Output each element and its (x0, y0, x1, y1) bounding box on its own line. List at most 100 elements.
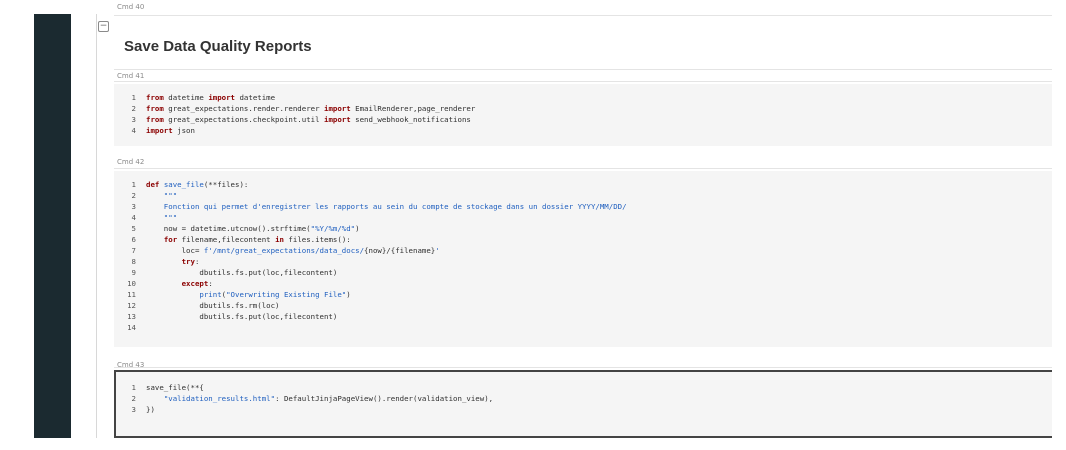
code-token: filename,filecontent (177, 235, 276, 244)
code-line: 6 for filename,filecontent in files.item… (118, 234, 627, 245)
cmd-divider (114, 69, 1052, 70)
line-number: 6 (131, 235, 136, 244)
cmd-divider (114, 168, 1052, 169)
code-token: great_expectations.render.renderer (163, 104, 324, 113)
line-number: 13 (127, 312, 136, 321)
line-number: 1 (131, 93, 136, 102)
code-token: }) (146, 405, 155, 414)
code-line: 2 from great_expectations.render.renderer… (118, 103, 476, 114)
code-token: try (181, 257, 195, 266)
line-number: 3 (131, 115, 136, 124)
code-token: dbutils.fs.put(loc,filecontent) (146, 312, 338, 321)
collapse-minus-icon[interactable]: − (98, 21, 109, 32)
code-token: import (146, 126, 173, 135)
workspace-sidebar (34, 14, 71, 438)
cmd-divider (114, 15, 1052, 16)
code-line: 8 try: (118, 256, 627, 267)
code-token: : DefaultJinjaPageView().render(validati… (275, 394, 494, 403)
line-number: 11 (127, 290, 136, 299)
code-line: 4 import json (118, 125, 475, 136)
code-token: json (172, 126, 195, 135)
markdown-cell[interactable]: Save Data Quality Reports (114, 26, 1052, 68)
line-number: 7 (131, 246, 136, 255)
cmd-label-42: Cmd 42 (117, 158, 145, 166)
code-token: now = datetime.utcnow().strftime( (146, 224, 311, 233)
line-number: 8 (131, 257, 136, 266)
code-token: f'/mnt/great_expectations/data_docs/ (203, 246, 365, 255)
code-token: ) (346, 290, 351, 299)
code-token: "Overwriting Existing File" (226, 290, 347, 299)
code-line: 5 now = datetime.utcnow().strftime("%Y/%… (118, 223, 627, 234)
cmd-divider (114, 367, 1052, 368)
line-number: 9 (131, 268, 136, 277)
code-token: print (199, 290, 222, 299)
code-line: 1 def save_file(**files): (118, 179, 627, 190)
code-editor[interactable]: 1 save_file(**{ 2 "validation_results.html… (118, 382, 494, 415)
code-line: 13 dbutils.fs.put(loc,filecontent) (118, 311, 627, 322)
code-line: 4 """ (118, 212, 627, 223)
cmd-divider (114, 81, 1052, 82)
code-token: Fonction qui permet d'enregistrer les ra… (146, 202, 627, 211)
code-line: 3}) (118, 404, 493, 415)
code-token: """ (146, 213, 178, 222)
code-token: loc= (146, 246, 204, 255)
line-number: 5 (131, 224, 136, 233)
line-number: 14 (127, 323, 136, 332)
code-token: ) (355, 224, 360, 233)
cmd-label-41: Cmd 41 (117, 72, 145, 80)
code-cell-42[interactable]: 1 def save_file(**files): 2 """ 3 Fonction … (114, 171, 1052, 347)
line-number: 1 (131, 383, 136, 392)
line-number: 2 (131, 394, 136, 403)
code-line: 10 except: (118, 278, 627, 289)
code-token: def (146, 180, 160, 189)
line-number: 1 (131, 180, 136, 189)
code-token: import (208, 93, 236, 102)
section-heading: Save Data Quality Reports (124, 38, 312, 55)
code-line: 1 from datetime import datetime (118, 92, 475, 103)
code-token: : (208, 279, 213, 288)
code-token: import (324, 115, 351, 124)
line-number: 2 (131, 191, 136, 200)
code-token: files.items(): (283, 235, 351, 244)
code-token: (**files): (203, 180, 249, 189)
code-editor[interactable]: 1 def save_file(**files): 2 """ 3 Fonction … (118, 179, 627, 333)
code-line: 2 """ (118, 190, 627, 201)
code-token: send_webhook_notifications (350, 115, 471, 124)
code-token: "validation_results.html" (163, 394, 276, 403)
code-line: 11 print("Overwriting Existing File") (118, 289, 627, 300)
code-line: 3 Fonction qui permet d'enregistrer les … (118, 201, 627, 212)
code-line: 9 dbutils.fs.put(loc,filecontent) (118, 267, 627, 278)
code-line: 1 save_file(**{ (118, 382, 493, 393)
code-line: 7 loc= f'/mnt/great_expectations/data_do… (118, 245, 627, 256)
code-line: 3 from great_expectations.checkpoint.util… (118, 114, 475, 125)
code-token: datetime (235, 93, 276, 102)
code-token: : (194, 257, 200, 266)
code-line: 12 dbutils.fs.rm(loc) (118, 300, 627, 311)
line-number: 3 (131, 202, 136, 211)
cell-rail (96, 14, 97, 438)
code-cell-41[interactable]: 1 from datetime import datetime 2 from grea… (114, 84, 1052, 146)
line-number: 3 (131, 405, 136, 414)
code-editor[interactable]: 1 from datetime import datetime 2 from grea… (118, 92, 476, 136)
code-token: from (146, 115, 164, 124)
line-number: 12 (127, 301, 136, 310)
code-token: "%Y/%m/%d" (310, 224, 356, 233)
code-token: great_expectations.checkpoint.util (163, 115, 324, 124)
code-token: """ (146, 191, 178, 200)
line-number: 2 (131, 104, 136, 113)
code-cell-43-active[interactable]: 1 save_file(**{ 2 "validation_results.html… (114, 370, 1052, 438)
code-token: EmailRenderer,page_renderer (350, 104, 476, 113)
code-token: except (181, 279, 209, 288)
code-token: save_file (163, 180, 204, 189)
line-number: 4 (131, 213, 136, 222)
code-token: in (275, 235, 284, 244)
code-token: dbutils.fs.put(loc,filecontent) (146, 268, 338, 277)
line-number: 4 (131, 126, 136, 135)
code-token: ' (435, 246, 440, 255)
code-line: 14 (118, 322, 627, 333)
code-token: save_file(**{ (146, 383, 204, 392)
